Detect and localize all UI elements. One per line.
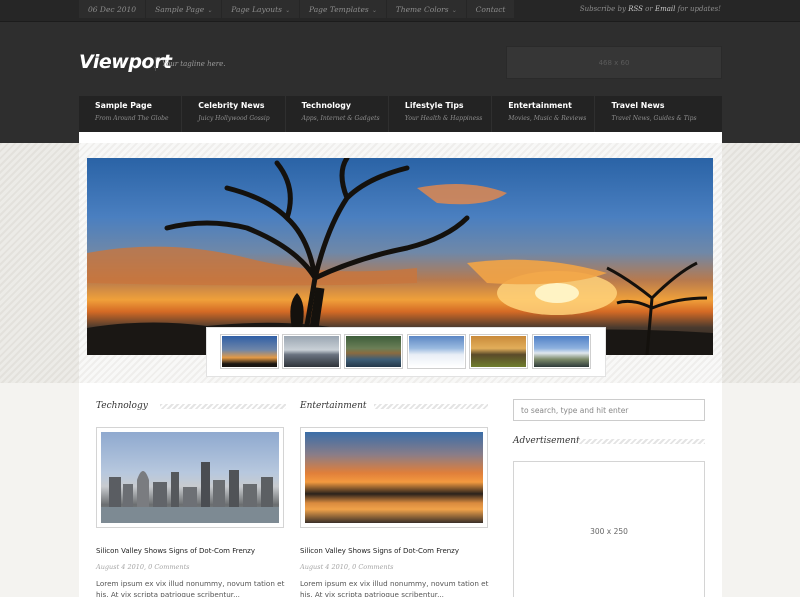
main-nav: Sample Page From Around The Globe Celebr…	[79, 96, 722, 132]
thumb-image	[534, 336, 589, 367]
nav-item-subtitle: Apps, Internet & Gadgets	[301, 115, 380, 122]
nav-item-subtitle: Your Health & Happiness	[404, 115, 483, 122]
email-link[interactable]: Email	[655, 5, 675, 13]
nav-item-travel-news[interactable]: Travel News Travel News, Guides & Tips	[595, 96, 698, 132]
lake-sunset-image	[305, 432, 483, 523]
city-skyline-image	[101, 432, 279, 523]
top-nav-label: Sample Page	[155, 5, 205, 14]
thumb-image	[284, 336, 339, 367]
section-heading-technology: Technology	[96, 401, 148, 411]
top-nav-item-sample-page[interactable]: Sample Page ⌄	[146, 0, 222, 18]
top-nav-item-page-layouts[interactable]: Page Layouts ⌄	[222, 0, 299, 18]
nav-item-sample-page[interactable]: Sample Page From Around The Globe	[79, 96, 183, 132]
top-nav-item-page-templates[interactable]: Page Templates ⌄	[300, 0, 386, 18]
side-pattern-left	[0, 143, 79, 383]
nav-item-subtitle: Juicy Hollywood Gossip	[198, 115, 270, 122]
nav-item-title: Celebrity News	[198, 101, 265, 110]
ad-size-label: 300 x 250	[590, 526, 628, 536]
nav-item-title: Travel News	[611, 101, 665, 110]
slider-thumb-lake-cabin[interactable]	[344, 334, 403, 369]
top-nav: 06 Dec 2010 Sample Page ⌄ Page Layouts ⌄ P…	[79, 0, 515, 20]
slider-thumb-snowy-trees[interactable]	[407, 334, 466, 369]
chevron-down-icon: ⌄	[371, 7, 377, 14]
chevron-down-icon: ⌄	[284, 7, 290, 14]
nav-item-title: Sample Page	[95, 101, 152, 110]
chevron-down-icon: ⌄	[207, 7, 213, 14]
post-thumbnail-entertainment[interactable]	[300, 427, 488, 528]
slider-thumb-field-barn[interactable]	[469, 334, 528, 369]
subscribe-or: or	[645, 5, 653, 13]
thumb-image	[346, 336, 401, 367]
banner-size-label: 468 x 60	[598, 58, 630, 67]
nav-item-celebrity-news[interactable]: Celebrity News Juicy Hollywood Gossip	[182, 96, 286, 132]
thumb-image	[471, 336, 526, 367]
thumb-image	[222, 336, 277, 367]
rss-link[interactable]: RSS	[628, 5, 643, 13]
sunset-tree-illustration	[87, 158, 713, 355]
subscribe-text: Subscribe by RSS or Email for updates!	[580, 5, 721, 13]
featured-slider-image[interactable]	[87, 158, 713, 355]
thumb-image	[409, 336, 464, 367]
chevron-down-icon: ⌄	[451, 7, 457, 14]
nav-item-entertainment[interactable]: Entertainment Movies, Music & Reviews	[492, 96, 596, 132]
site-tagline: Your tagline here.	[155, 57, 226, 71]
sidebar-ad-box[interactable]: 300 x 250	[513, 461, 705, 597]
section-heading-entertainment: Entertainment	[300, 401, 367, 411]
nav-item-title: Lifestyle Tips	[404, 101, 464, 110]
search-input[interactable]: to search, type and hit enter	[513, 399, 705, 421]
advertisement-heading: Advertisement	[513, 436, 580, 446]
post-excerpt-technology: Lorem ipsum ex vix illud nonummy, novum …	[96, 579, 285, 597]
top-date: 06 Dec 2010	[79, 0, 146, 18]
nav-item-technology[interactable]: Technology Apps, Internet & Gadgets	[286, 96, 389, 132]
post-thumbnail-technology[interactable]	[96, 427, 284, 528]
post-title-entertainment[interactable]: Silicon Valley Shows Signs of Dot-Com Fr…	[300, 547, 459, 555]
nav-item-subtitle: Travel News, Guides & Tips	[611, 115, 697, 122]
nav-item-title: Technology	[301, 101, 351, 110]
top-nav-label: Page Templates	[309, 5, 369, 14]
top-nav-item-theme-colors[interactable]: Theme Colors ⌄	[386, 0, 466, 18]
subscribe-suffix: for updates!	[677, 5, 721, 13]
top-nav-label: Contact	[475, 5, 506, 14]
top-nav-item-contact[interactable]: Contact	[466, 0, 515, 18]
top-nav-label: Theme Colors	[395, 5, 449, 14]
nav-item-subtitle: From Around The Globe	[95, 115, 169, 122]
subscribe-prefix: Subscribe by	[579, 5, 626, 13]
slider-thumb-coast-cliffs[interactable]	[532, 334, 591, 369]
advertisement-heading-rule	[578, 439, 705, 444]
nav-item-subtitle: Movies, Music & Reviews	[508, 115, 587, 122]
slider-thumb-rocky-shore[interactable]	[282, 334, 341, 369]
slider-thumb-sunset-tree[interactable]	[220, 334, 279, 369]
section-heading-rule	[160, 404, 286, 409]
post-meta-technology: August 4 2010, 0 Comments	[96, 563, 190, 571]
header-banner-ad[interactable]: 468 x 60	[506, 46, 722, 79]
section-heading-rule	[374, 404, 488, 409]
side-pattern-right	[721, 143, 800, 383]
post-excerpt-entertainment: Lorem ipsum ex vix illud nonummy, novum …	[300, 579, 489, 597]
skyline-illustration	[101, 462, 279, 523]
top-nav-label: Page Layouts	[231, 5, 282, 14]
nav-item-lifestyle-tips[interactable]: Lifestyle Tips Your Health & Happiness	[389, 96, 493, 132]
post-title-technology[interactable]: Silicon Valley Shows Signs of Dot-Com Fr…	[96, 547, 255, 555]
post-meta-entertainment: August 4 2010, 0 Comments	[300, 563, 394, 571]
nav-item-title: Entertainment	[508, 101, 572, 110]
